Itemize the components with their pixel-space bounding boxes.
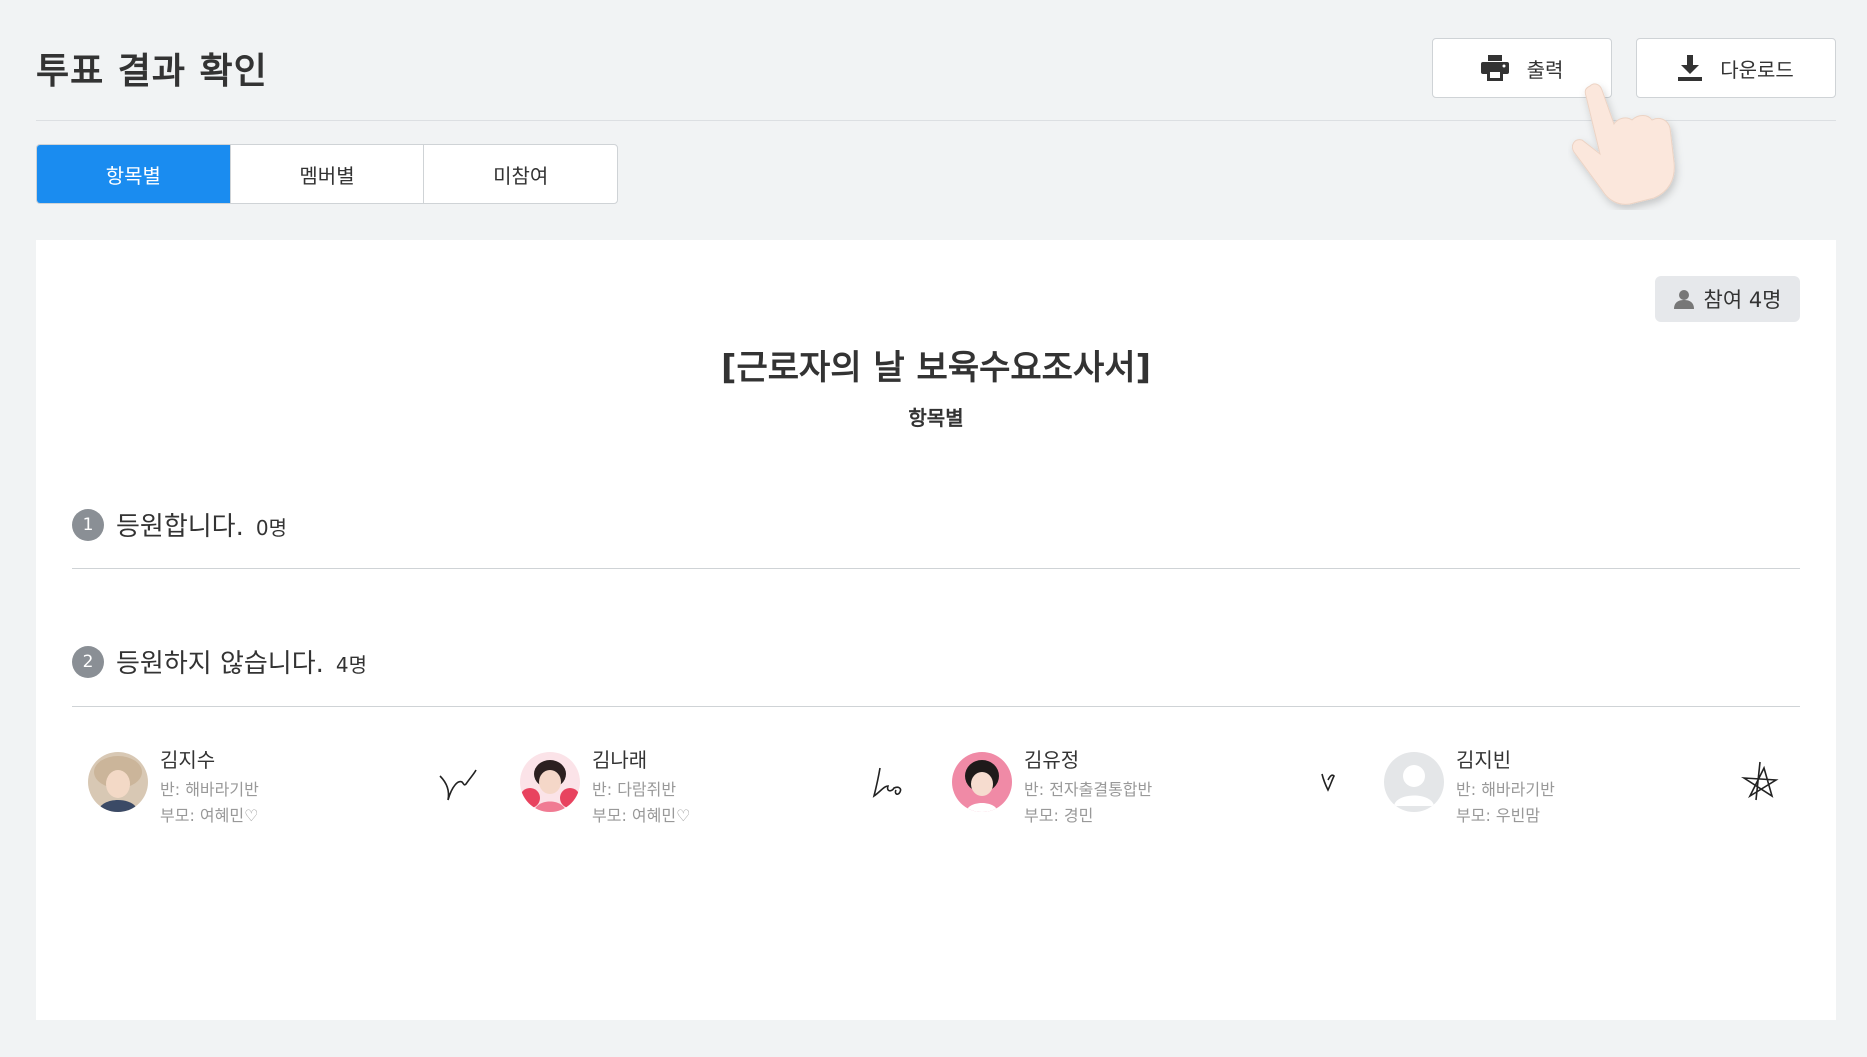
member-avatar <box>952 752 1012 812</box>
member-parent: 부모: 우빈맘 <box>1456 806 1541 825</box>
header-divider <box>36 120 1836 121</box>
participants-count: 참여 4명 <box>1703 288 1782 312</box>
tab-by-item[interactable]: 항목별 <box>37 145 231 203</box>
item-divider <box>72 706 1800 707</box>
print-label: 출력 <box>1526 57 1564 82</box>
vote-item: 1 등원합니다. 0명 <box>72 506 1800 543</box>
download-label: 다운로드 <box>1720 57 1794 82</box>
signature-image <box>1740 761 1779 801</box>
member-name: 김유정 <box>1024 748 1080 772</box>
vote-item: 2 등원하지 않습니다. 4명 <box>72 643 1800 680</box>
item-number: 2 <box>72 645 104 678</box>
page-title: 투표 결과 확인 <box>36 51 268 92</box>
tab-by-member[interactable]: 멤버별 <box>231 145 425 203</box>
member-parent: 부모: 여혜민♡ <box>160 806 259 825</box>
signature-image <box>1321 773 1335 792</box>
member-avatar <box>1384 752 1444 812</box>
member-name: 김나래 <box>592 748 648 772</box>
view-tabs: 항목별 멤버별 미참여 <box>36 144 618 204</box>
item-count: 4명 <box>335 653 368 677</box>
printer-icon <box>1480 55 1509 81</box>
member-avatar <box>88 752 148 812</box>
member-class: 반: 해바라기반 <box>1456 780 1555 799</box>
member-avatar <box>520 752 580 812</box>
vote-result-page: 투표 결과 확인 출력 다운로드 항목별 멤버별 미참여 참여 4명 [근로자의… <box>0 0 1867 1057</box>
signature-image <box>439 769 477 801</box>
survey-title: [근로자의 날 보육수요조사서] <box>720 348 1152 388</box>
person-icon <box>1673 290 1694 309</box>
participants-badge: 참여 4명 <box>1655 276 1800 322</box>
tab-not-participated[interactable]: 미참여 <box>424 145 617 203</box>
survey-subtitle: 항목별 <box>908 406 964 430</box>
item-count: 0명 <box>255 516 287 540</box>
download-icon <box>1678 55 1703 81</box>
member-entry: 김지수 반: 해바라기반 부모: 여혜민♡ <box>72 740 504 830</box>
member-parent: 부모: 여혜민♡ <box>592 806 691 825</box>
member-entry: 김지빈 반: 해바라기반 부모: 우빈맘 <box>1368 740 1800 830</box>
member-parent: 부모: 경민 <box>1024 806 1094 825</box>
result-card: 참여 4명 [근로자의 날 보육수요조사서] 항목별 1 등원합니다. 0명 2… <box>36 240 1836 1020</box>
item-divider <box>72 568 1800 569</box>
item-label: 등원하지 않습니다. <box>116 649 324 679</box>
member-name: 김지빈 <box>1456 748 1512 772</box>
item-number: 1 <box>72 508 104 541</box>
hand-pointer-icon <box>1571 83 1675 205</box>
member-class: 반: 전자출결통합반 <box>1024 780 1153 799</box>
member-entry: 김나래 반: 다람쥐반 부모: 여혜민♡ <box>504 740 936 830</box>
member-entry: 김유정 반: 전자출결통합반 부모: 경민 <box>936 740 1368 830</box>
signature-image <box>872 767 902 798</box>
item-label: 등원합니다. <box>116 512 244 542</box>
member-class: 반: 다람쥐반 <box>592 780 677 799</box>
member-class: 반: 해바라기반 <box>160 780 259 799</box>
member-name: 김지수 <box>160 748 216 772</box>
